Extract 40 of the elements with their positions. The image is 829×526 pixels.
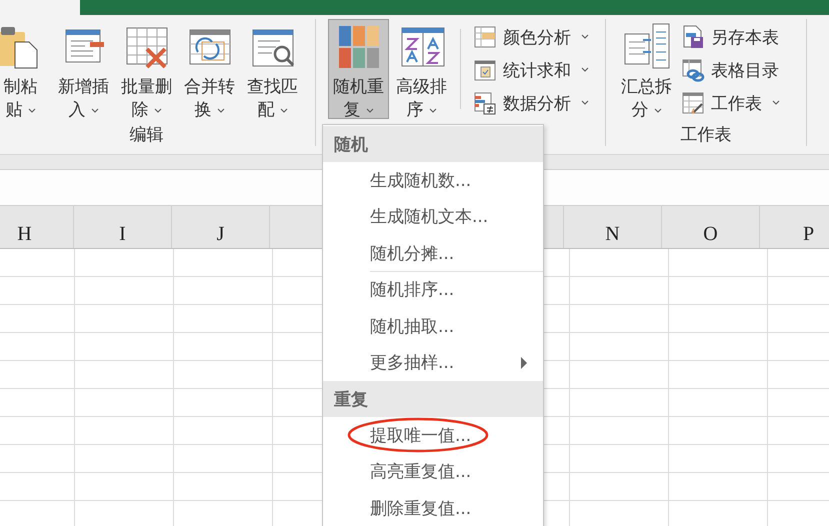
- menu-item[interactable]: 随机分摊...: [323, 235, 543, 272]
- table-pencil-icon: [681, 91, 705, 115]
- ribbon-button[interactable]: 表格目录: [679, 56, 782, 84]
- ribbon-button[interactable]: 查找匹 配: [242, 19, 303, 119]
- menu-item[interactable]: 提取唯一值...: [323, 417, 543, 454]
- ribbon-button[interactable]: 工作表: [679, 89, 782, 117]
- ribbon-button[interactable]: 颜色分析: [471, 23, 591, 51]
- save-document-icon: [681, 25, 705, 49]
- ribbon-button[interactable]: 随机重 复: [328, 19, 389, 119]
- menu-item[interactable]: 随机排序...: [323, 272, 543, 308]
- ribbon-button[interactable]: 批量删 除: [116, 19, 177, 119]
- table-link-icon: [681, 58, 705, 82]
- column-header: J: [216, 223, 224, 246]
- documents-arrows-icon: [622, 22, 670, 70]
- menu-item[interactable]: 随机抽取...: [323, 308, 543, 344]
- menu-item[interactable]: 高亮重复值...: [323, 454, 543, 490]
- bar-table-icon: [473, 91, 497, 115]
- ribbon-button[interactable]: 合并转 换: [179, 19, 240, 119]
- ribbon-button[interactable]: 汇总拆 分: [616, 19, 677, 119]
- ribbon-button[interactable]: 数据分析: [471, 89, 591, 117]
- menu-item[interactable]: 更多抽样...: [323, 344, 543, 381]
- ribbon-button[interactable]: 统计求和: [471, 56, 591, 84]
- ribbon-button[interactable]: 新增插 入: [53, 19, 114, 119]
- column-header: I: [119, 223, 126, 246]
- group-label: 编辑: [130, 124, 164, 146]
- menu-item[interactable]: 删除重复值...: [323, 490, 543, 526]
- ribbon-button[interactable]: 另存本表: [679, 23, 782, 51]
- clipboard-check-icon: [473, 58, 497, 82]
- column-header: O: [703, 223, 718, 246]
- column-header: P: [802, 223, 814, 246]
- menu-section-header: 随机: [323, 126, 543, 162]
- column-header: H: [17, 223, 32, 246]
- menu-section-header: 重复: [323, 381, 543, 417]
- ribbon-button[interactable]: 制粘 贴: [0, 19, 51, 119]
- column-header: N: [605, 223, 620, 246]
- menu-item[interactable]: 生成随机文本...: [323, 198, 543, 235]
- ribbon-button[interactable]: 高级排 序: [391, 19, 452, 119]
- group-label: 工作表: [680, 124, 732, 146]
- color-table-icon: [473, 25, 497, 49]
- menu-item[interactable]: 生成随机数...: [323, 162, 543, 198]
